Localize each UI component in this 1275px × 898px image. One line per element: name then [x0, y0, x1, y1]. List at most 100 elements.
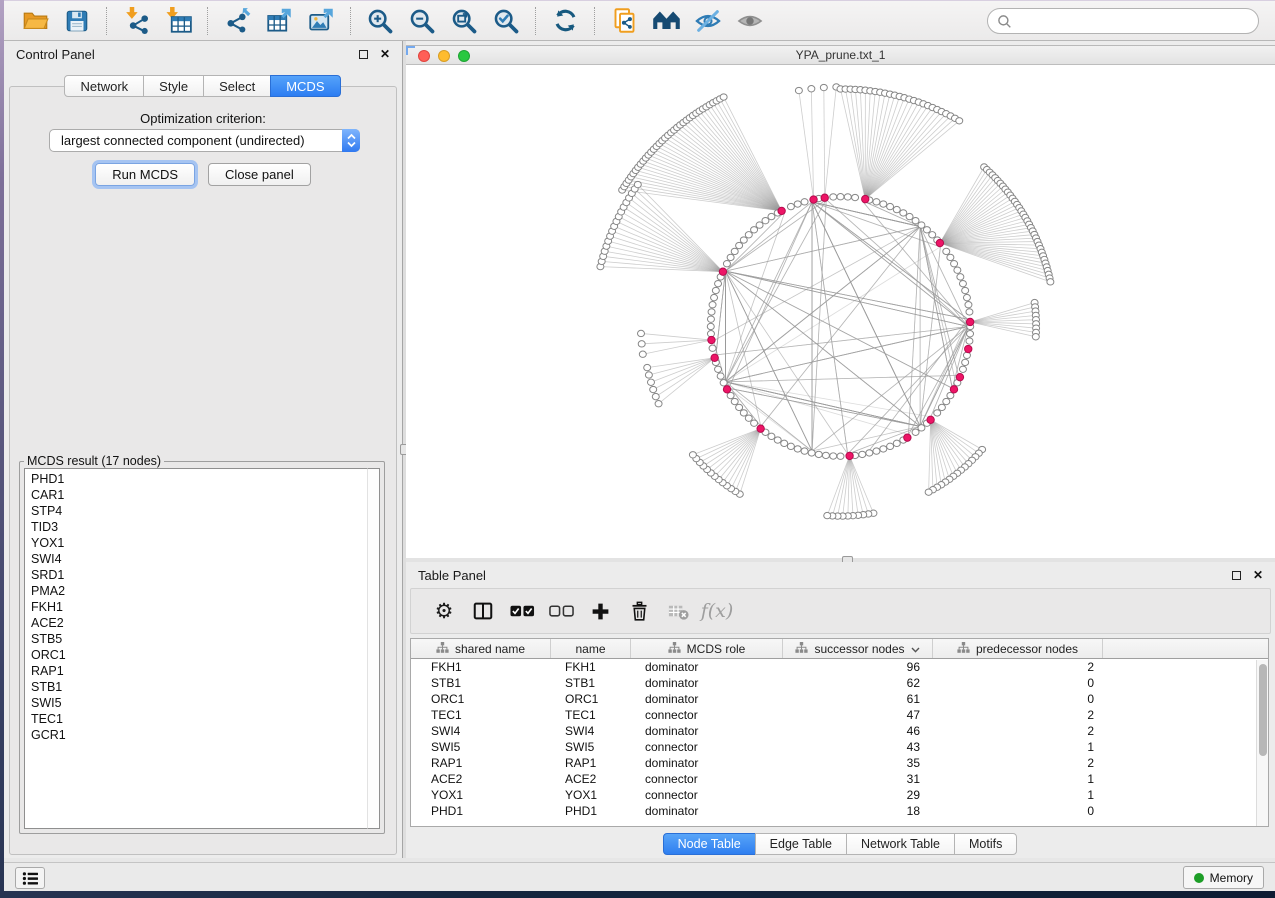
cell[interactable]: ORC1	[411, 692, 551, 706]
cell[interactable]: 61	[783, 692, 933, 706]
cell[interactable]: ACE2	[411, 772, 551, 786]
cell[interactable]: FKH1	[411, 660, 551, 674]
chevron-down-icon[interactable]	[911, 642, 920, 656]
table-settings-icon[interactable]: ⚙	[429, 596, 459, 626]
cell[interactable]: connector	[631, 708, 783, 722]
cell[interactable]: 43	[783, 740, 933, 754]
show-all-icon[interactable]	[734, 5, 766, 37]
close-window-icon[interactable]	[418, 50, 430, 62]
show-columns-icon[interactable]	[468, 596, 498, 626]
cell[interactable]: STB1	[411, 676, 551, 690]
table-row[interactable]: PHD1PHD1dominator180	[411, 803, 1268, 819]
search-box[interactable]	[987, 8, 1259, 34]
cell[interactable]: connector	[631, 740, 783, 754]
zoom-fit-icon[interactable]	[448, 5, 480, 37]
add-row-icon[interactable]	[585, 596, 615, 626]
mcds-result-item[interactable]: SWI5	[31, 695, 367, 711]
cell[interactable]: dominator	[631, 804, 783, 818]
cell[interactable]: FKH1	[551, 660, 631, 674]
cell[interactable]: YOX1	[551, 788, 631, 802]
cell[interactable]: SWI5	[551, 740, 631, 754]
import-network-icon[interactable]	[120, 5, 152, 37]
run-mcds-button[interactable]: Run MCDS	[95, 163, 195, 186]
tab-network[interactable]: Network	[64, 75, 144, 97]
scrollbar-thumb[interactable]	[1259, 664, 1267, 756]
cell[interactable]: SWI4	[551, 724, 631, 738]
cell[interactable]: dominator	[631, 660, 783, 674]
cell[interactable]: TEC1	[551, 708, 631, 722]
cell[interactable]: 46	[783, 724, 933, 738]
table-scrollbar[interactable]	[1256, 660, 1268, 826]
search-input[interactable]	[1017, 14, 1249, 29]
cell[interactable]: SWI5	[411, 740, 551, 754]
mcds-result-list[interactable]: PHD1CAR1STP4TID3YOX1SWI4SRD1PMA2FKH1ACE2…	[24, 468, 367, 829]
mcds-result-item[interactable]: RAP1	[31, 663, 367, 679]
cell[interactable]: TEC1	[411, 708, 551, 722]
cell[interactable]: ORC1	[551, 692, 631, 706]
zoom-out-icon[interactable]	[406, 5, 438, 37]
cell[interactable]: 1	[933, 772, 1103, 786]
tab-mcds[interactable]: MCDS	[270, 75, 340, 97]
cell[interactable]: 0	[933, 804, 1103, 818]
table-row[interactable]: SWI5SWI5connector431	[411, 739, 1268, 755]
network-canvas[interactable]	[406, 65, 1275, 558]
cell[interactable]: 2	[933, 756, 1103, 770]
mcds-result-item[interactable]: YOX1	[31, 535, 367, 551]
cell[interactable]: 0	[933, 676, 1103, 690]
cell[interactable]: 31	[783, 772, 933, 786]
deselect-all-icon[interactable]	[546, 596, 576, 626]
memory-button[interactable]: Memory	[1183, 866, 1264, 889]
cell[interactable]: connector	[631, 772, 783, 786]
network-from-selection-icon[interactable]	[608, 5, 640, 37]
mcds-result-item[interactable]: STB5	[31, 631, 367, 647]
table-row[interactable]: RAP1RAP1dominator352	[411, 755, 1268, 771]
minimize-window-icon[interactable]	[438, 50, 450, 62]
save-icon[interactable]	[61, 5, 93, 37]
table-row[interactable]: ORC1ORC1dominator610	[411, 691, 1268, 707]
tab-style[interactable]: Style	[143, 75, 204, 97]
cell[interactable]: 18	[783, 804, 933, 818]
criterion-dropdown[interactable]: largest connected component (undirected)	[49, 129, 360, 152]
cell[interactable]: dominator	[631, 724, 783, 738]
mcds-result-item[interactable]: ORC1	[31, 647, 367, 663]
mcds-result-item[interactable]: SWI4	[31, 551, 367, 567]
tab-node-table[interactable]: Node Table	[663, 833, 756, 855]
cell[interactable]: dominator	[631, 692, 783, 706]
mcds-result-item[interactable]: TID3	[31, 519, 367, 535]
cell[interactable]: 1	[933, 788, 1103, 802]
mcds-result-item[interactable]: GCR1	[31, 727, 367, 743]
column-header-name[interactable]: name	[551, 639, 631, 658]
float-panel-icon[interactable]	[359, 50, 368, 59]
export-table-icon[interactable]	[263, 5, 295, 37]
tab-network-table[interactable]: Network Table	[846, 833, 955, 855]
cell[interactable]: 96	[783, 660, 933, 674]
zoom-window-icon[interactable]	[458, 50, 470, 62]
open-file-icon[interactable]	[19, 5, 51, 37]
cell[interactable]: PHD1	[411, 804, 551, 818]
cell[interactable]: dominator	[631, 676, 783, 690]
mcds-result-item[interactable]: FKH1	[31, 599, 367, 615]
mcds-result-item[interactable]: STB1	[31, 679, 367, 695]
close-panel-icon[interactable]: ✕	[1253, 568, 1263, 582]
cell[interactable]: ACE2	[551, 772, 631, 786]
table-row[interactable]: TEC1TEC1connector472	[411, 707, 1268, 723]
cell[interactable]: 35	[783, 756, 933, 770]
tab-edge-table[interactable]: Edge Table	[755, 833, 847, 855]
cell[interactable]: 2	[933, 708, 1103, 722]
cell[interactable]: 62	[783, 676, 933, 690]
delete-row-icon[interactable]	[624, 596, 654, 626]
table-row[interactable]: ACE2ACE2connector311	[411, 771, 1268, 787]
table-row[interactable]: STB1STB1dominator620	[411, 675, 1268, 691]
tab-select[interactable]: Select	[203, 75, 271, 97]
cell[interactable]: 0	[933, 692, 1103, 706]
cell[interactable]: 1	[933, 740, 1103, 754]
table-row[interactable]: SWI4SWI4dominator462	[411, 723, 1268, 739]
hide-selected-icon[interactable]	[692, 5, 724, 37]
tab-motifs[interactable]: Motifs	[954, 833, 1017, 855]
close-panel-icon[interactable]: ✕	[380, 47, 390, 61]
export-image-icon[interactable]	[305, 5, 337, 37]
mcds-result-item[interactable]: CAR1	[31, 487, 367, 503]
mcds-result-item[interactable]: PHD1	[31, 471, 367, 487]
export-network-icon[interactable]	[221, 5, 253, 37]
cell[interactable]: SWI4	[411, 724, 551, 738]
